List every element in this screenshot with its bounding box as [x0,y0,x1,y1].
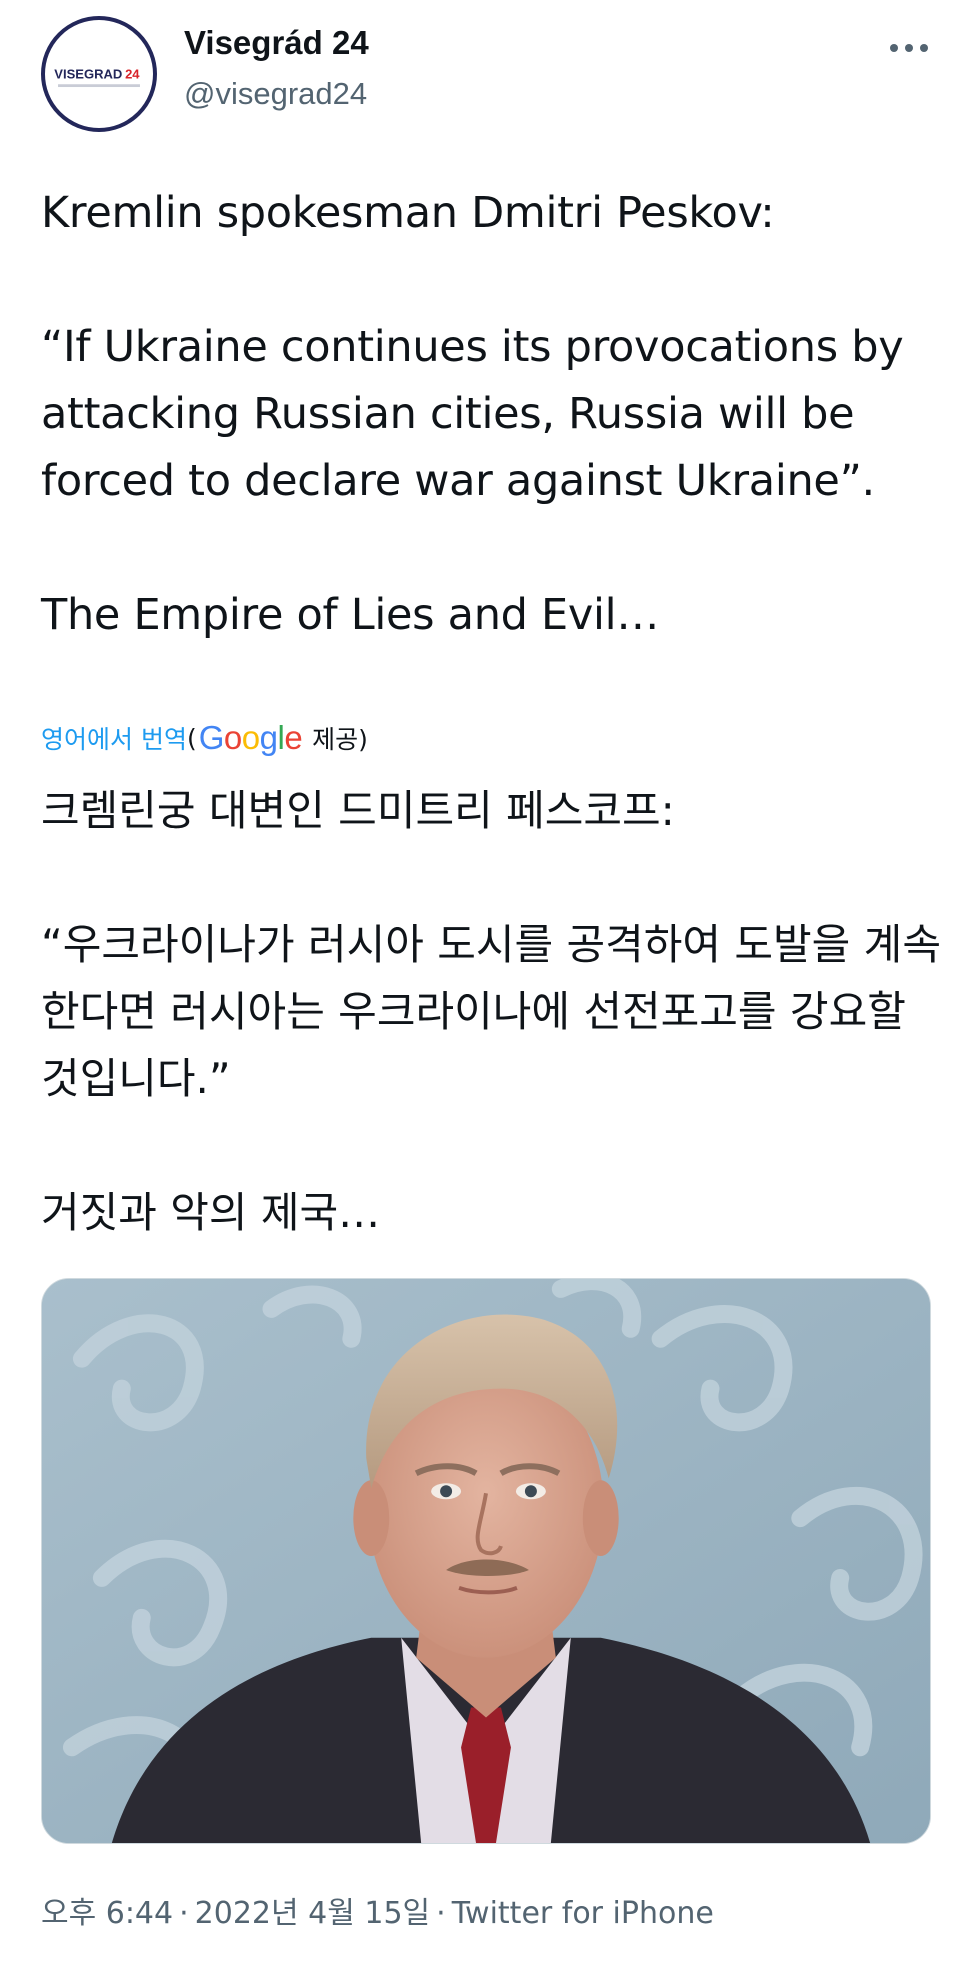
logo-text-24: 24 [125,67,140,82]
tweet-date[interactable]: 2022년 4월 15일 [195,1896,430,1931]
open-paren: ( [186,723,197,753]
tweet-header: VISEGRAD 24 Visegrád 24 @visegrad24 [41,16,931,136]
visegrad24-logo-icon: VISEGRAD 24 [48,23,150,125]
logo-text-visegrad: VISEGRAD [54,67,122,82]
tweet-time[interactable]: 오후 6:44 [41,1896,173,1931]
user-handle[interactable]: @visegrad24 [184,76,367,112]
tweet-photo[interactable] [41,1278,931,1844]
tweet-source[interactable]: Twitter for iPhone [452,1896,714,1931]
provided-by-label: 제공) [312,725,368,754]
meta-separator: · [436,1896,446,1931]
avatar[interactable]: VISEGRAD 24 [41,16,157,132]
tweet-metadata: 오후 6:44 · 2022년 4월 15일 · Twitter for iPhone [41,1888,714,1932]
translation-attribution: 영어에서 번역 ( Google 제공) [41,718,368,758]
google-logo: Google [198,719,303,756]
meta-separator: · [179,1896,189,1931]
more-options-icon[interactable] [887,30,931,66]
translated-tweet-text: 크렘린궁 대변인 드미트리 페스코프: “우크라이나가 러시아 도시를 공격하여… [41,786,941,1237]
display-name[interactable]: Visegrád 24 [184,24,369,62]
portrait-photo [42,1279,930,1843]
tweet-text: Kremlin spokesman Dmitri Peskov: “If Ukr… [41,188,904,640]
translated-from-link[interactable]: 영어에서 번역 [41,720,187,756]
